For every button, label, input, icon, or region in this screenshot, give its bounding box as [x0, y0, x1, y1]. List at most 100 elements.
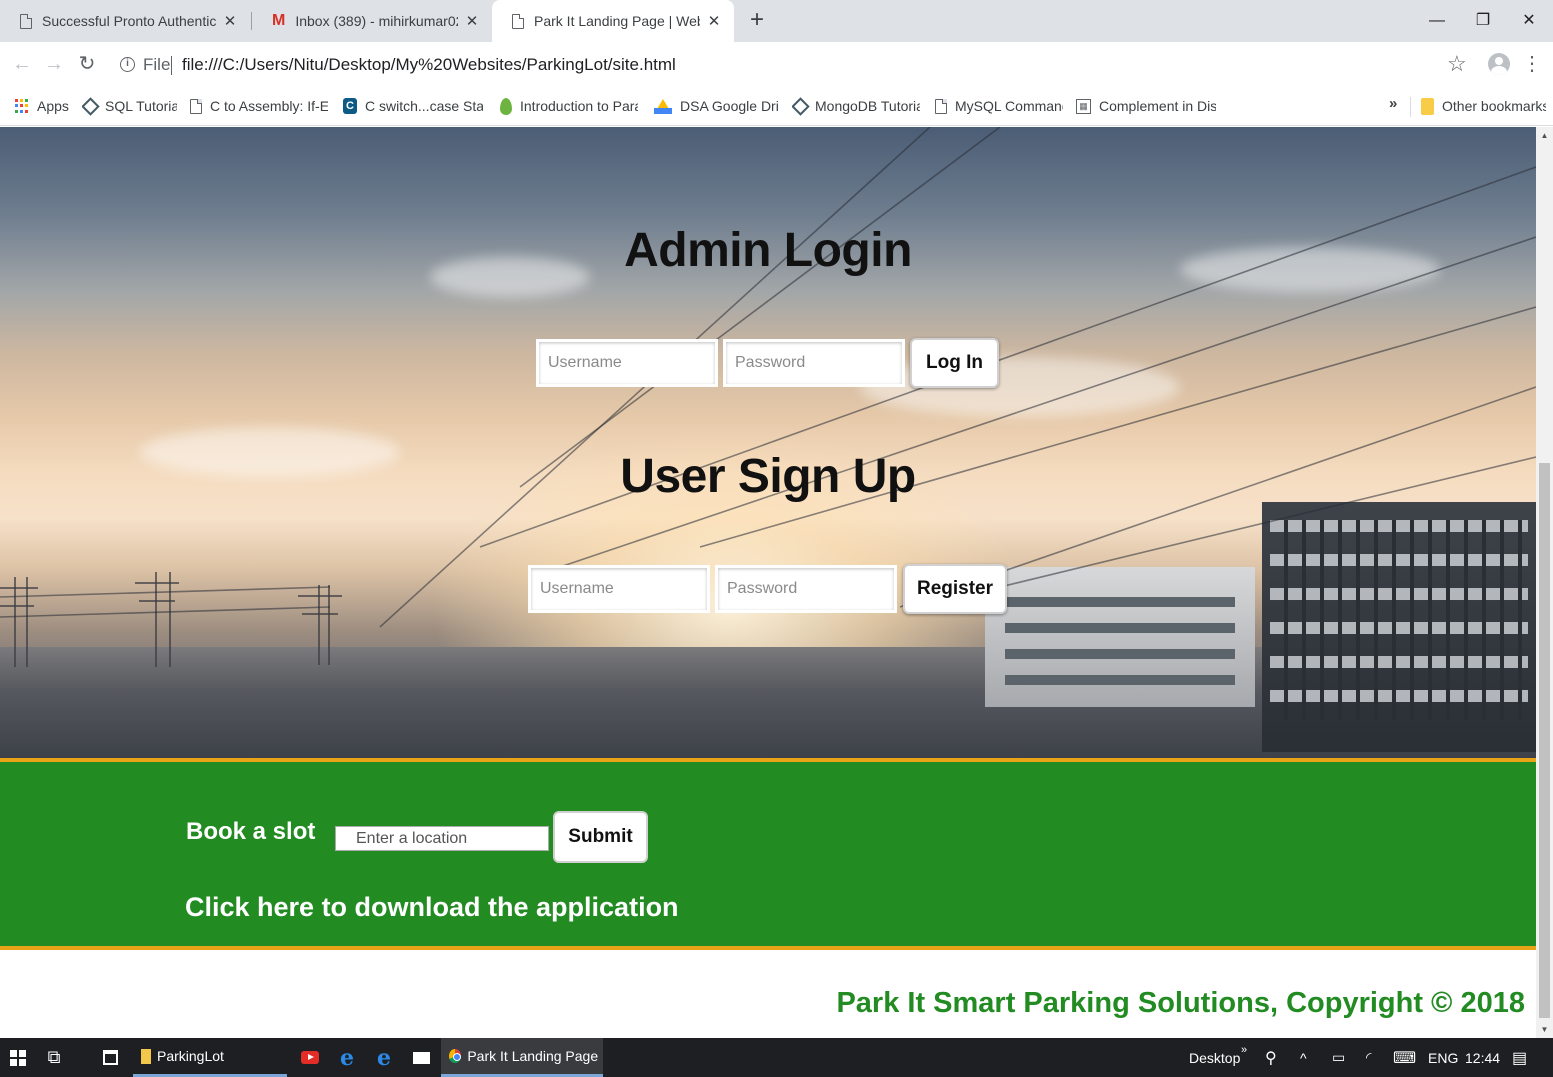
leaf-icon [500, 97, 512, 115]
bookmark-label: Apps [37, 98, 69, 114]
register-button[interactable]: Register [903, 564, 1007, 614]
tab-park-it-active[interactable]: Park It Landing Page | Website ✕ [492, 0, 734, 42]
other-bookmarks-folder[interactable]: Other bookmarks [1421, 95, 1546, 117]
wifi-icon[interactable]: ◜ [1366, 1038, 1371, 1077]
bookmark-label: SQL Tutorial [105, 98, 177, 114]
admin-username-input[interactable] [536, 339, 718, 387]
internet-explorer-icon[interactable]: e [366, 1038, 402, 1077]
scroll-up-arrow-icon[interactable]: ▲ [1536, 131, 1553, 140]
chart-icon: ▦ [1076, 98, 1091, 114]
user-signup-heading: User Sign Up [620, 450, 916, 503]
bookmark-mysql-commands[interactable]: MySQL Commands [935, 95, 1063, 117]
admin-password-input[interactable] [723, 339, 905, 387]
address-bar[interactable]: file:///C:/Users/Nitu/Desktop/My%20Websi… [182, 55, 676, 75]
bookmark-c-switch-case[interactable]: C C switch...case Statem [343, 95, 483, 117]
close-tab-icon[interactable]: ✕ [464, 12, 480, 30]
download-app-link[interactable]: Click here to download the application [185, 892, 679, 923]
desktop-toolbar-label[interactable]: Desktop [1189, 1038, 1240, 1077]
bookmark-label: MySQL Commands [955, 98, 1063, 114]
bookmarks-overflow-chevron[interactable]: » [1389, 95, 1397, 112]
tab-title: Park It Landing Page | Website [534, 13, 700, 29]
tab-pronto[interactable]: Successful Pronto Authentication ✕ [0, 0, 250, 42]
bookmark-label: Introduction to Parall [520, 98, 638, 114]
show-hidden-icons-chevron-icon[interactable]: ^ [1300, 1038, 1307, 1077]
diamond-icon [792, 96, 810, 116]
bookmark-intro-parallel[interactable]: Introduction to Parall [500, 95, 638, 117]
bookmark-label: C switch...case Statem [365, 98, 483, 114]
bookmark-label: Complement in Distr [1099, 98, 1216, 114]
language-indicator[interactable]: ENG [1428, 1038, 1458, 1077]
clock-time[interactable]: 12:44 [1465, 1038, 1500, 1077]
reload-icon[interactable]: ↻ [75, 52, 99, 76]
hero-background-image: Admin Login Log In User Sign Up Register [0, 127, 1536, 758]
url-scheme-label: File [143, 55, 171, 74]
scrollbar-thumb[interactable] [1539, 463, 1550, 1018]
profile-avatar-icon[interactable] [1488, 53, 1510, 75]
info-icon[interactable]: i [120, 57, 135, 72]
forward-arrow-icon[interactable]: → [42, 52, 66, 76]
gmail-icon: M [272, 12, 286, 29]
bookmark-dsa-google-drive[interactable]: DSA Google Drive [654, 95, 779, 117]
youtube-icon[interactable] [292, 1038, 328, 1077]
document-icon [190, 98, 202, 114]
taskbar-app-parkinglot[interactable]: ParkingLot [133, 1038, 287, 1077]
bookmarks-bar: Apps SQL Tutorial C to Assembly: If-Else… [0, 86, 1553, 126]
chrome-icon [449, 1049, 462, 1063]
bookmark-label: C to Assembly: If-Else [210, 98, 328, 114]
windows-logo-icon [10, 1049, 26, 1066]
document-icon [935, 98, 947, 114]
taskbar-app-chrome[interactable]: Park It Landing Page | ... [441, 1038, 603, 1077]
scroll-down-arrow-icon[interactable]: ▼ [1536, 1025, 1553, 1034]
close-tab-icon[interactable]: ✕ [706, 12, 722, 30]
booking-band: Book a slot Submit Click here to downloa… [0, 758, 1536, 950]
browser-toolbar: ← → ↻ i File file:///C:/Users/Nitu/Deskt… [0, 42, 1553, 86]
back-arrow-icon[interactable]: ← [10, 52, 34, 76]
folder-icon [1421, 97, 1434, 115]
bookmark-mongodb-tutorial[interactable]: MongoDB Tutorial [792, 95, 920, 117]
store-icon[interactable] [92, 1038, 128, 1077]
mail-icon[interactable] [403, 1038, 439, 1077]
tab-gmail-inbox[interactable]: M Inbox (389) - mihirkumar02@gm ✕ [252, 0, 492, 42]
bookmark-c-to-assembly[interactable]: C to Assembly: If-Else [190, 95, 328, 117]
taskbar-app-label: Park It Landing Page | ... [467, 1048, 603, 1064]
maximize-icon[interactable]: ❐ [1468, 6, 1498, 36]
battery-icon[interactable]: ▭ [1332, 1038, 1345, 1077]
bookmark-label: DSA Google Drive [680, 98, 779, 114]
diamond-icon [82, 96, 100, 116]
more-menu-icon[interactable]: ⋮ [1522, 52, 1542, 76]
bookmark-label: MongoDB Tutorial [815, 98, 920, 114]
task-view-icon[interactable]: ⧉ [36, 1038, 72, 1077]
log-in-button[interactable]: Log In [910, 338, 999, 388]
submit-button[interactable]: Submit [553, 811, 648, 863]
folder-icon [141, 1048, 151, 1064]
location-input[interactable] [335, 826, 549, 851]
keyboard-icon[interactable]: ⌨ [1393, 1038, 1416, 1077]
bookmarks-divider [1410, 97, 1411, 117]
google-drive-icon [654, 98, 672, 114]
people-icon[interactable]: ⚲ [1265, 1038, 1277, 1077]
toolbar-expand-chevron-icon[interactable]: » [1241, 1030, 1247, 1069]
tab-title: Inbox (389) - mihirkumar02@gm [295, 13, 458, 29]
minimize-icon[interactable]: — [1422, 6, 1452, 36]
edge-icon[interactable]: e [329, 1038, 365, 1077]
signup-username-input[interactable] [528, 565, 710, 613]
signup-password-input[interactable] [715, 565, 897, 613]
action-center-icon[interactable]: ▤ [1512, 1038, 1527, 1077]
bookmark-star-icon[interactable]: ☆ [1447, 51, 1467, 77]
other-bookmarks-label: Other bookmarks [1442, 98, 1546, 114]
close-window-icon[interactable]: ✕ [1514, 6, 1544, 36]
bookmark-sql-tutorial[interactable]: SQL Tutorial [82, 95, 177, 117]
apps-grid-icon [15, 99, 29, 113]
page-viewport: Admin Login Log In User Sign Up Register… [0, 127, 1536, 1038]
bookmark-complement-distr[interactable]: ▦ Complement in Distr [1076, 95, 1216, 117]
tab-title: Successful Pronto Authentication [42, 13, 216, 29]
page-scrollbar[interactable]: ▲ ▼ [1536, 127, 1553, 1038]
bookmark-apps[interactable]: Apps [15, 95, 75, 117]
power-lines [0, 127, 1536, 628]
start-button[interactable] [0, 1038, 36, 1077]
url-divider [171, 56, 172, 75]
taskbar-app-label: ParkingLot [157, 1048, 224, 1064]
c-logo-icon: C [343, 98, 357, 114]
close-tab-icon[interactable]: ✕ [222, 12, 238, 30]
new-tab-button[interactable]: + [744, 8, 770, 34]
